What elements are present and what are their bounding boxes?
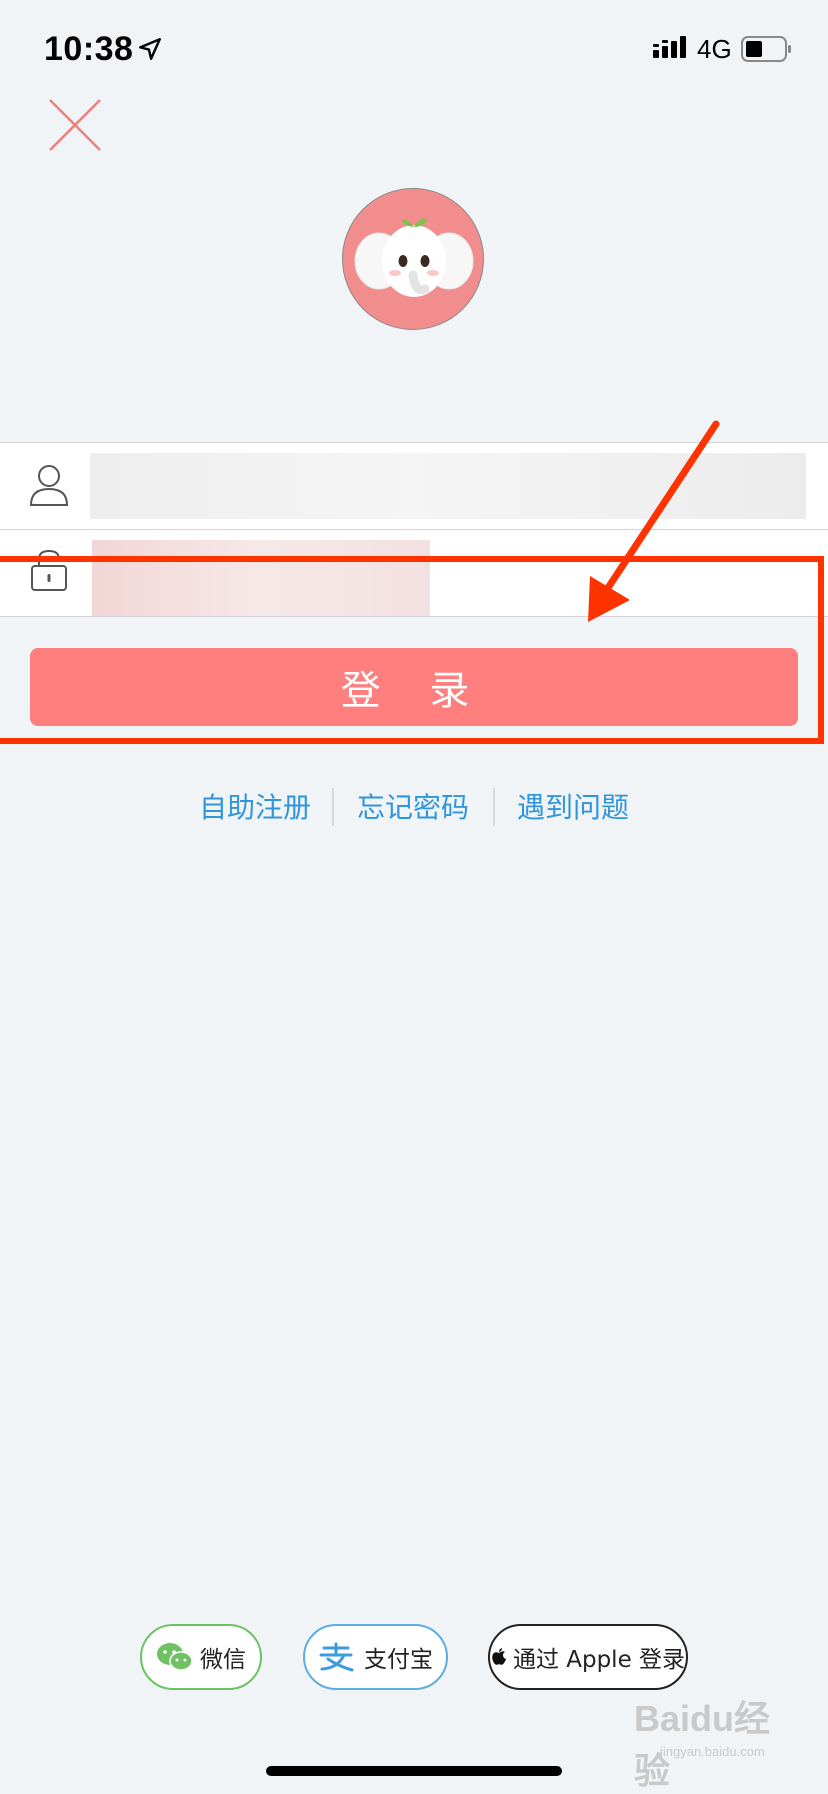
watermark-url: jingyan.baidu.com <box>660 1744 765 1759</box>
wechat-icon <box>157 1643 193 1671</box>
signal-icon <box>653 36 686 58</box>
battery-icon <box>741 36 791 62</box>
alipay-label: 支付宝 <box>364 1647 433 1673</box>
username-row <box>0 442 828 530</box>
forgot-password-link[interactable]: 忘记密码 <box>357 786 469 826</box>
elephant-avatar <box>354 218 474 297</box>
link-divider <box>493 788 495 826</box>
apple-icon <box>492 1648 506 1665</box>
problem-link[interactable]: 遇到问题 <box>517 786 629 826</box>
apple-login-button[interactable]: 通过 Apple 登录 <box>488 1624 688 1690</box>
watermark-logo: Baidu经验 <box>634 1698 771 1791</box>
location-arrow-icon <box>139 38 161 60</box>
status-time: 10:38 <box>44 30 134 68</box>
auxiliary-links: 自助注册 忘记密码 遇到问题 <box>0 780 828 832</box>
login-button[interactable]: 登 录 <box>30 648 798 726</box>
alipay-login-button[interactable]: 支付宝 <box>303 1624 448 1690</box>
lock-icon <box>31 549 67 591</box>
network-type: 4G <box>697 34 732 64</box>
alipay-icon <box>319 1642 354 1672</box>
app-logo-avatar <box>342 188 484 330</box>
link-divider <box>332 788 334 826</box>
password-row <box>0 530 828 617</box>
register-link[interactable]: 自助注册 <box>199 786 311 826</box>
password-input[interactable] <box>92 540 430 616</box>
wechat-login-button[interactable]: 微信 <box>140 1624 262 1690</box>
user-icon <box>29 465 69 506</box>
username-input[interactable] <box>90 453 806 519</box>
status-bar: 10:38 4G <box>0 0 828 100</box>
close-icon[interactable] <box>46 96 104 154</box>
home-indicator <box>266 1766 562 1776</box>
wechat-label: 微信 <box>200 1647 246 1673</box>
apple-label: 通过 Apple 登录 <box>512 1647 686 1673</box>
